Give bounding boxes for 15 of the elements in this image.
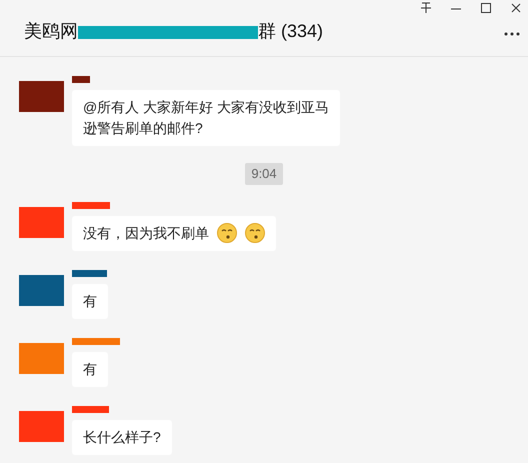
message-text: 长什么样子? <box>83 428 161 446</box>
chat-title: 群 (334) <box>258 20 324 43</box>
emoji-icon <box>245 223 265 243</box>
more-icon[interactable] <box>504 32 520 36</box>
message-text: @所有人 大家新年好 大家有没收到亚马 <box>83 98 329 117</box>
chat-title: 美鸥网 <box>24 20 78 42</box>
close-icon[interactable] <box>510 2 522 14</box>
message-text: 没有，因为我不刷单 <box>83 224 209 242</box>
timestamp: 9:04 <box>245 163 283 184</box>
message-text: 逊警告刷单的邮件? <box>83 119 204 138</box>
pin-icon[interactable] <box>420 2 432 14</box>
emoji-icon <box>217 223 237 243</box>
message-text: 有 <box>83 292 97 310</box>
maximize-icon[interactable] <box>480 2 492 14</box>
message-text: 有 <box>83 360 97 378</box>
